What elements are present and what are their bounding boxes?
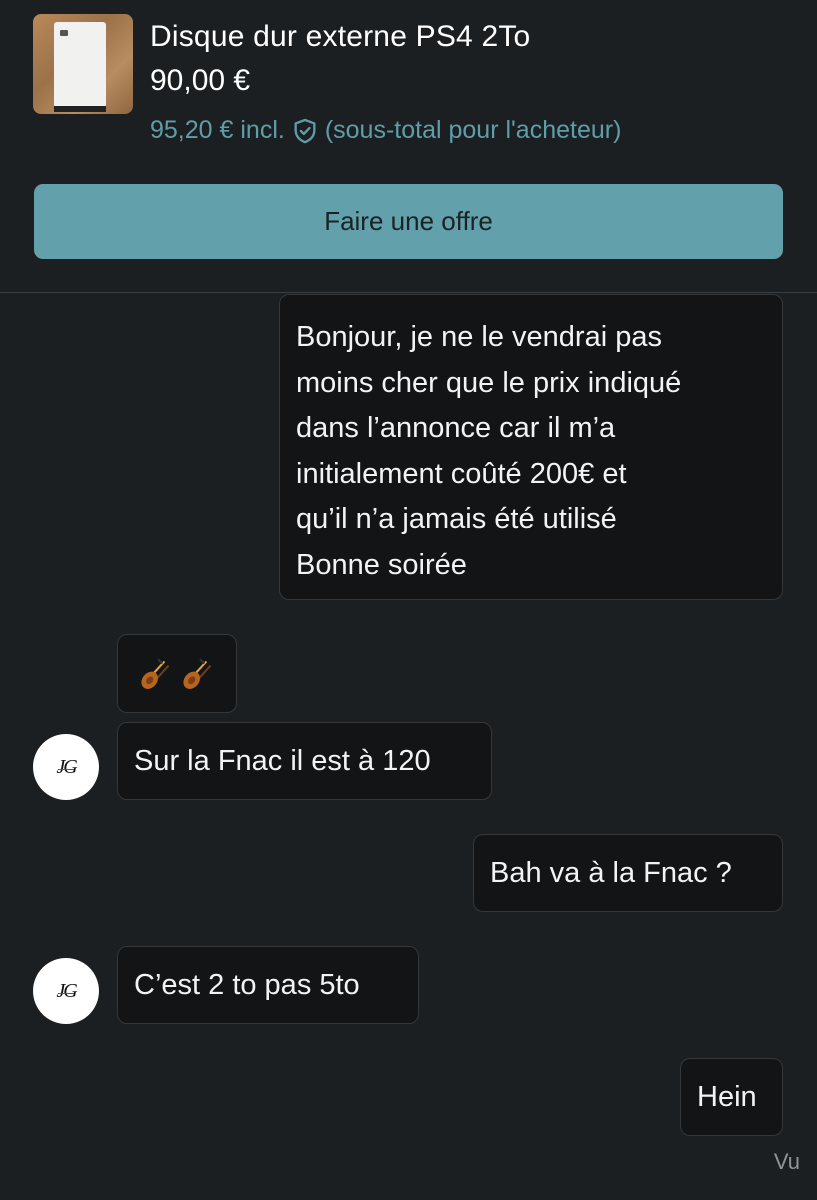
- buyer-price-note: (sous-total pour l'acheteur): [324, 116, 622, 144]
- message-text: Bonjour, je ne le vendrai pas moins cher…: [296, 321, 682, 581]
- product-price: 90,00 €: [150, 64, 251, 97]
- buyer-price: 95,20 € incl.: [150, 116, 285, 144]
- user-avatar[interactable]: JG: [33, 734, 99, 800]
- avatar-initials: JG: [56, 755, 77, 778]
- make-offer-button[interactable]: Faire une offre: [34, 184, 783, 259]
- message-bubble-incoming[interactable]: C’est 2 to pas 5to: [117, 946, 419, 1024]
- header-divider: [0, 292, 817, 293]
- message-bubble-outgoing[interactable]: Bonjour, je ne le vendrai pas moins cher…: [279, 294, 783, 600]
- violin-emoji-icon: [183, 658, 212, 689]
- shield-check-icon[interactable]: [291, 117, 319, 145]
- seen-status: Vu: [773, 1149, 800, 1174]
- ps5-console-image: [54, 22, 106, 112]
- reaction-bubble[interactable]: [117, 634, 237, 713]
- message-text: Sur la Fnac il est à 120: [134, 745, 431, 777]
- message-text: C’est 2 to pas 5to: [134, 969, 360, 1001]
- user-avatar[interactable]: JG: [33, 958, 99, 1024]
- violin-emoji-icon: [141, 658, 170, 689]
- playstation-logo-icon: [60, 30, 68, 36]
- message-text: Bah va à la Fnac ?: [490, 857, 732, 889]
- avatar-initials: JG: [56, 979, 77, 1002]
- product-thumbnail[interactable]: [33, 14, 133, 114]
- message-text: Hein: [697, 1081, 757, 1113]
- buyer-price-line[interactable]: 95,20 € incl. (sous-total pour l'acheteu…: [150, 116, 621, 145]
- message-bubble-outgoing[interactable]: Bah va à la Fnac ?: [473, 834, 783, 912]
- product-title[interactable]: Disque dur externe PS4 2To: [150, 20, 530, 54]
- message-bubble-outgoing[interactable]: Hein: [680, 1058, 783, 1136]
- message-bubble-incoming[interactable]: Sur la Fnac il est à 120: [117, 722, 492, 800]
